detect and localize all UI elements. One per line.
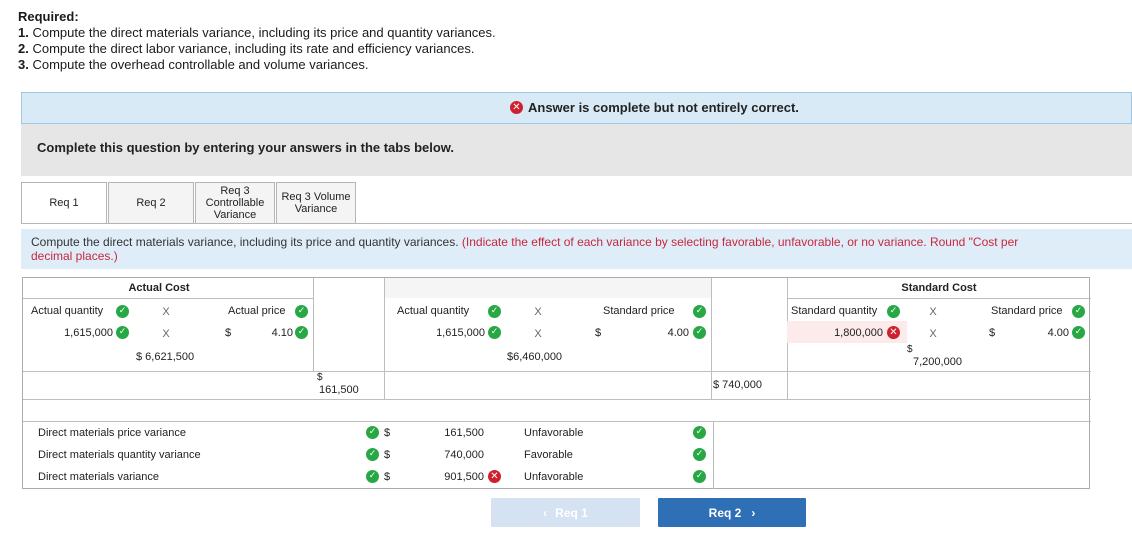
actual-price-input[interactable]: 4.10 <box>237 327 293 339</box>
standard-quantity-label: Standard quantity <box>791 305 878 317</box>
multiply-sign: X <box>534 306 542 318</box>
dollar-sign: $ <box>384 449 391 461</box>
mid-price-input[interactable]: 4.00 <box>605 327 689 339</box>
multiply-sign: X <box>534 328 542 340</box>
required-title: Required: <box>18 9 79 24</box>
total-variance-effect[interactable]: Unfavorable <box>524 471 583 483</box>
multiply-sign: X <box>162 328 170 340</box>
standard-price-input[interactable]: 4.00 <box>999 327 1069 339</box>
tab-req-3-controllable[interactable]: Req 3 Controllable Variance <box>195 182 275 224</box>
tab-divider <box>21 223 1132 224</box>
quantity-variance-amount[interactable]: 740,000 <box>403 449 484 461</box>
dollar-sign: $ <box>384 427 391 439</box>
x-circle-icon: ✕ <box>887 326 900 339</box>
actual-quantity-input[interactable]: 1,615,000 <box>31 327 113 339</box>
check-circle-icon: ✓ <box>488 305 501 318</box>
complete-question-text: Complete this question by entering your … <box>37 140 455 155</box>
quantity-variance-effect[interactable]: Favorable <box>524 449 573 461</box>
check-circle-icon: ✓ <box>366 426 379 439</box>
prev-button[interactable]: ‹ Req 1 <box>491 498 640 527</box>
variance-label-total: Direct materials variance <box>38 471 160 483</box>
x-circle-icon: ✕ <box>510 101 523 114</box>
next-button[interactable]: Req 2 › <box>658 498 806 527</box>
answer-status-banner: ✕ Answer is complete but not entirely co… <box>21 92 1132 124</box>
req-tabs: Req 1 Req 2 Req 3 Controllable Variance … <box>21 182 357 224</box>
dollar-sign: $ <box>317 372 323 383</box>
check-circle-icon: ✓ <box>366 448 379 461</box>
standard-cost-header: Standard Cost <box>901 282 977 294</box>
dollar-sign: $ <box>595 327 602 339</box>
total-variance-amount[interactable]: 901,500 <box>403 471 484 483</box>
multiply-sign: X <box>162 306 170 318</box>
actual-price-label: Actual price <box>228 305 286 317</box>
standard-total[interactable]: 7,200,000 <box>913 356 962 368</box>
check-circle-icon: ✓ <box>295 326 308 339</box>
check-circle-icon: ✓ <box>116 326 129 339</box>
check-circle-icon: ✓ <box>887 305 900 318</box>
check-circle-icon: ✓ <box>693 426 706 439</box>
mid-total[interactable]: $6,460,000 <box>507 351 562 363</box>
check-circle-icon: ✓ <box>693 326 706 339</box>
multiply-sign: X <box>929 328 937 340</box>
actual-cost-total[interactable]: $ 6,621,500 <box>136 351 194 363</box>
standard-price-label: Standard price <box>991 305 1063 317</box>
instruction-note: (Indicate the effect of each variance by… <box>461 235 1019 249</box>
required-item-1: 1. Compute the direct materials variance… <box>18 25 496 40</box>
price-variance-effect[interactable]: Unfavorable <box>524 427 583 439</box>
check-circle-icon: ✓ <box>366 470 379 483</box>
check-circle-icon: ✓ <box>693 305 706 318</box>
variance-table: Actual Cost Standard Cost Actual quantit… <box>22 277 1091 489</box>
dollar-sign: $ <box>225 327 232 339</box>
chevron-right-icon: › <box>751 505 756 520</box>
variance-label-quantity: Direct materials quantity variance <box>38 449 201 461</box>
check-circle-icon: ✓ <box>116 305 129 318</box>
mid-quantity-input[interactable]: 1,615,000 <box>397 327 485 339</box>
prev-button-label: Req 1 <box>555 505 588 520</box>
check-circle-icon: ✓ <box>693 470 706 483</box>
mid-price-label: Standard price <box>603 305 675 317</box>
tab-instruction: Compute the direct materials variance, i… <box>21 229 1132 269</box>
required-section: Required: 1. Compute the direct material… <box>18 9 496 73</box>
check-circle-icon: ✓ <box>1072 326 1085 339</box>
multiply-sign: X <box>929 306 937 318</box>
mid-quantity-label: Actual quantity <box>397 305 470 317</box>
check-circle-icon: ✓ <box>295 305 308 318</box>
quantity-difference-value[interactable]: $ 740,000 <box>713 379 762 391</box>
price-difference-value[interactable]: 161,500 <box>319 384 359 396</box>
variance-label-price: Direct materials price variance <box>38 427 186 439</box>
next-button-label: Req 2 <box>708 505 742 520</box>
tab-req-3-volume[interactable]: Req 3 Volume Variance <box>276 182 356 224</box>
tab-req-2[interactable]: Req 2 <box>108 182 194 224</box>
answer-status-text: Answer is complete but not entirely corr… <box>528 100 799 115</box>
instruction-note-2: decimal places.) <box>31 249 118 263</box>
check-circle-icon: ✓ <box>693 448 706 461</box>
standard-quantity-input[interactable]: 1,800,000 <box>791 327 883 339</box>
instructions-box: Complete this question by entering your … <box>21 124 1132 176</box>
price-variance-amount[interactable]: 161,500 <box>403 427 484 439</box>
actual-cost-header: Actual Cost <box>128 282 190 294</box>
check-circle-icon: ✓ <box>488 326 501 339</box>
required-item-2: 2. Compute the direct labor variance, in… <box>18 41 475 56</box>
instruction-main: Compute the direct materials variance, i… <box>31 235 459 249</box>
check-circle-icon: ✓ <box>1072 305 1085 318</box>
x-circle-icon: ✕ <box>488 470 501 483</box>
actual-quantity-label: Actual quantity <box>31 305 104 317</box>
dollar-sign: $ <box>907 344 913 355</box>
dollar-sign: $ <box>384 471 391 483</box>
required-item-3: 3. Compute the overhead controllable and… <box>18 57 369 72</box>
chevron-left-icon: ‹ <box>543 505 548 520</box>
tab-req-1[interactable]: Req 1 <box>21 182 107 224</box>
dollar-sign: $ <box>989 327 996 339</box>
